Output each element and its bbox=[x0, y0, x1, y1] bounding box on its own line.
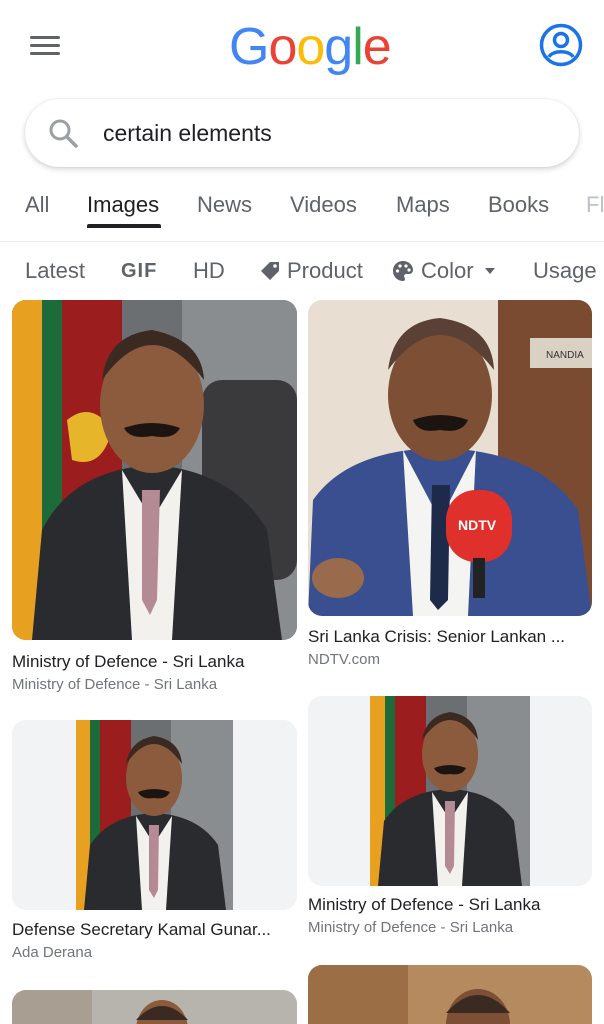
chip-gif[interactable]: GIF bbox=[121, 260, 157, 283]
tab-all[interactable]: All bbox=[25, 192, 49, 218]
mic-text: NDTV bbox=[458, 517, 497, 533]
active-tab-indicator bbox=[87, 224, 161, 228]
palette-icon bbox=[393, 261, 413, 281]
logo-letter: o bbox=[268, 18, 297, 76]
result-title[interactable]: Sri Lanka Crisis: Senior Lankan ... bbox=[308, 627, 592, 647]
chip-label: HD bbox=[193, 258, 225, 283]
result-thumbnail[interactable] bbox=[308, 696, 592, 886]
result-source[interactable]: NDTV.com bbox=[308, 651, 592, 668]
chevron-down-icon bbox=[484, 268, 495, 274]
chip-color[interactable]: Color bbox=[391, 258, 506, 284]
filter-chips: Latest GIF HD Product Color Usage bbox=[0, 248, 604, 294]
chip-product[interactable]: Product bbox=[259, 258, 363, 284]
chip-label: Product bbox=[287, 258, 363, 283]
result-thumbnail[interactable]: NANDIA NDTV bbox=[308, 300, 592, 616]
chip-hd[interactable]: HD bbox=[193, 258, 225, 284]
result-source[interactable]: Ministry of Defence - Sri Lanka bbox=[308, 919, 592, 936]
result-title[interactable]: Defense Secretary Kamal Gunar... bbox=[12, 920, 297, 940]
search-tabs: All Images News Videos Maps Books Fl bbox=[0, 180, 604, 242]
menu-icon[interactable] bbox=[30, 36, 64, 60]
google-logo[interactable]: Google bbox=[229, 16, 392, 78]
result-title[interactable]: Ministry of Defence - Sri Lanka bbox=[12, 652, 297, 672]
chip-usage[interactable]: Usage bbox=[533, 258, 597, 284]
header: Google bbox=[0, 0, 604, 95]
image-result[interactable] bbox=[308, 965, 592, 1024]
result-thumbnail[interactable] bbox=[308, 965, 592, 1024]
image-result[interactable]: NANDIA NDTV Sri Lanka Crisis: Senior Lan… bbox=[308, 300, 592, 680]
image-result[interactable] bbox=[12, 990, 297, 1024]
account-icon[interactable] bbox=[539, 23, 583, 67]
result-thumbnail[interactable] bbox=[12, 720, 297, 910]
logo-letter: G bbox=[229, 18, 269, 76]
logo-letter: e bbox=[362, 18, 392, 76]
tab-books[interactable]: Books bbox=[488, 192, 549, 218]
image-result[interactable]: Ministry of Defence - Sri Lanka Ministry… bbox=[308, 696, 592, 946]
tab-news[interactable]: News bbox=[197, 192, 252, 218]
tab-images[interactable]: Images bbox=[87, 192, 159, 218]
chip-latest[interactable]: Latest bbox=[25, 258, 85, 284]
result-thumbnail[interactable] bbox=[12, 300, 297, 640]
result-source[interactable]: Ministry of Defence - Sri Lanka bbox=[12, 676, 297, 693]
result-thumbnail[interactable] bbox=[12, 990, 297, 1024]
chip-label: Usage bbox=[533, 258, 597, 283]
sign-text: NANDIA bbox=[546, 350, 584, 361]
logo-letter: o bbox=[296, 18, 325, 76]
search-box[interactable] bbox=[25, 99, 579, 167]
tab-flights[interactable]: Fl bbox=[586, 192, 604, 218]
tab-videos[interactable]: Videos bbox=[290, 192, 357, 218]
chip-label: GIF bbox=[121, 260, 158, 282]
image-result[interactable]: Ministry of Defence - Sri Lanka Ministry… bbox=[12, 300, 297, 700]
tag-icon bbox=[261, 262, 279, 280]
chip-label: Latest bbox=[25, 258, 85, 283]
logo-letter: g bbox=[324, 18, 353, 76]
result-source[interactable]: Ada Derana bbox=[12, 944, 297, 961]
image-result[interactable]: Defense Secretary Kamal Gunar... Ada Der… bbox=[12, 720, 297, 970]
search-input[interactable] bbox=[103, 115, 543, 151]
chip-label: Color bbox=[421, 258, 474, 283]
result-title[interactable]: Ministry of Defence - Sri Lanka bbox=[308, 895, 592, 915]
logo-letter: l bbox=[352, 18, 364, 76]
search-icon[interactable] bbox=[47, 117, 79, 149]
tab-maps[interactable]: Maps bbox=[396, 192, 450, 218]
